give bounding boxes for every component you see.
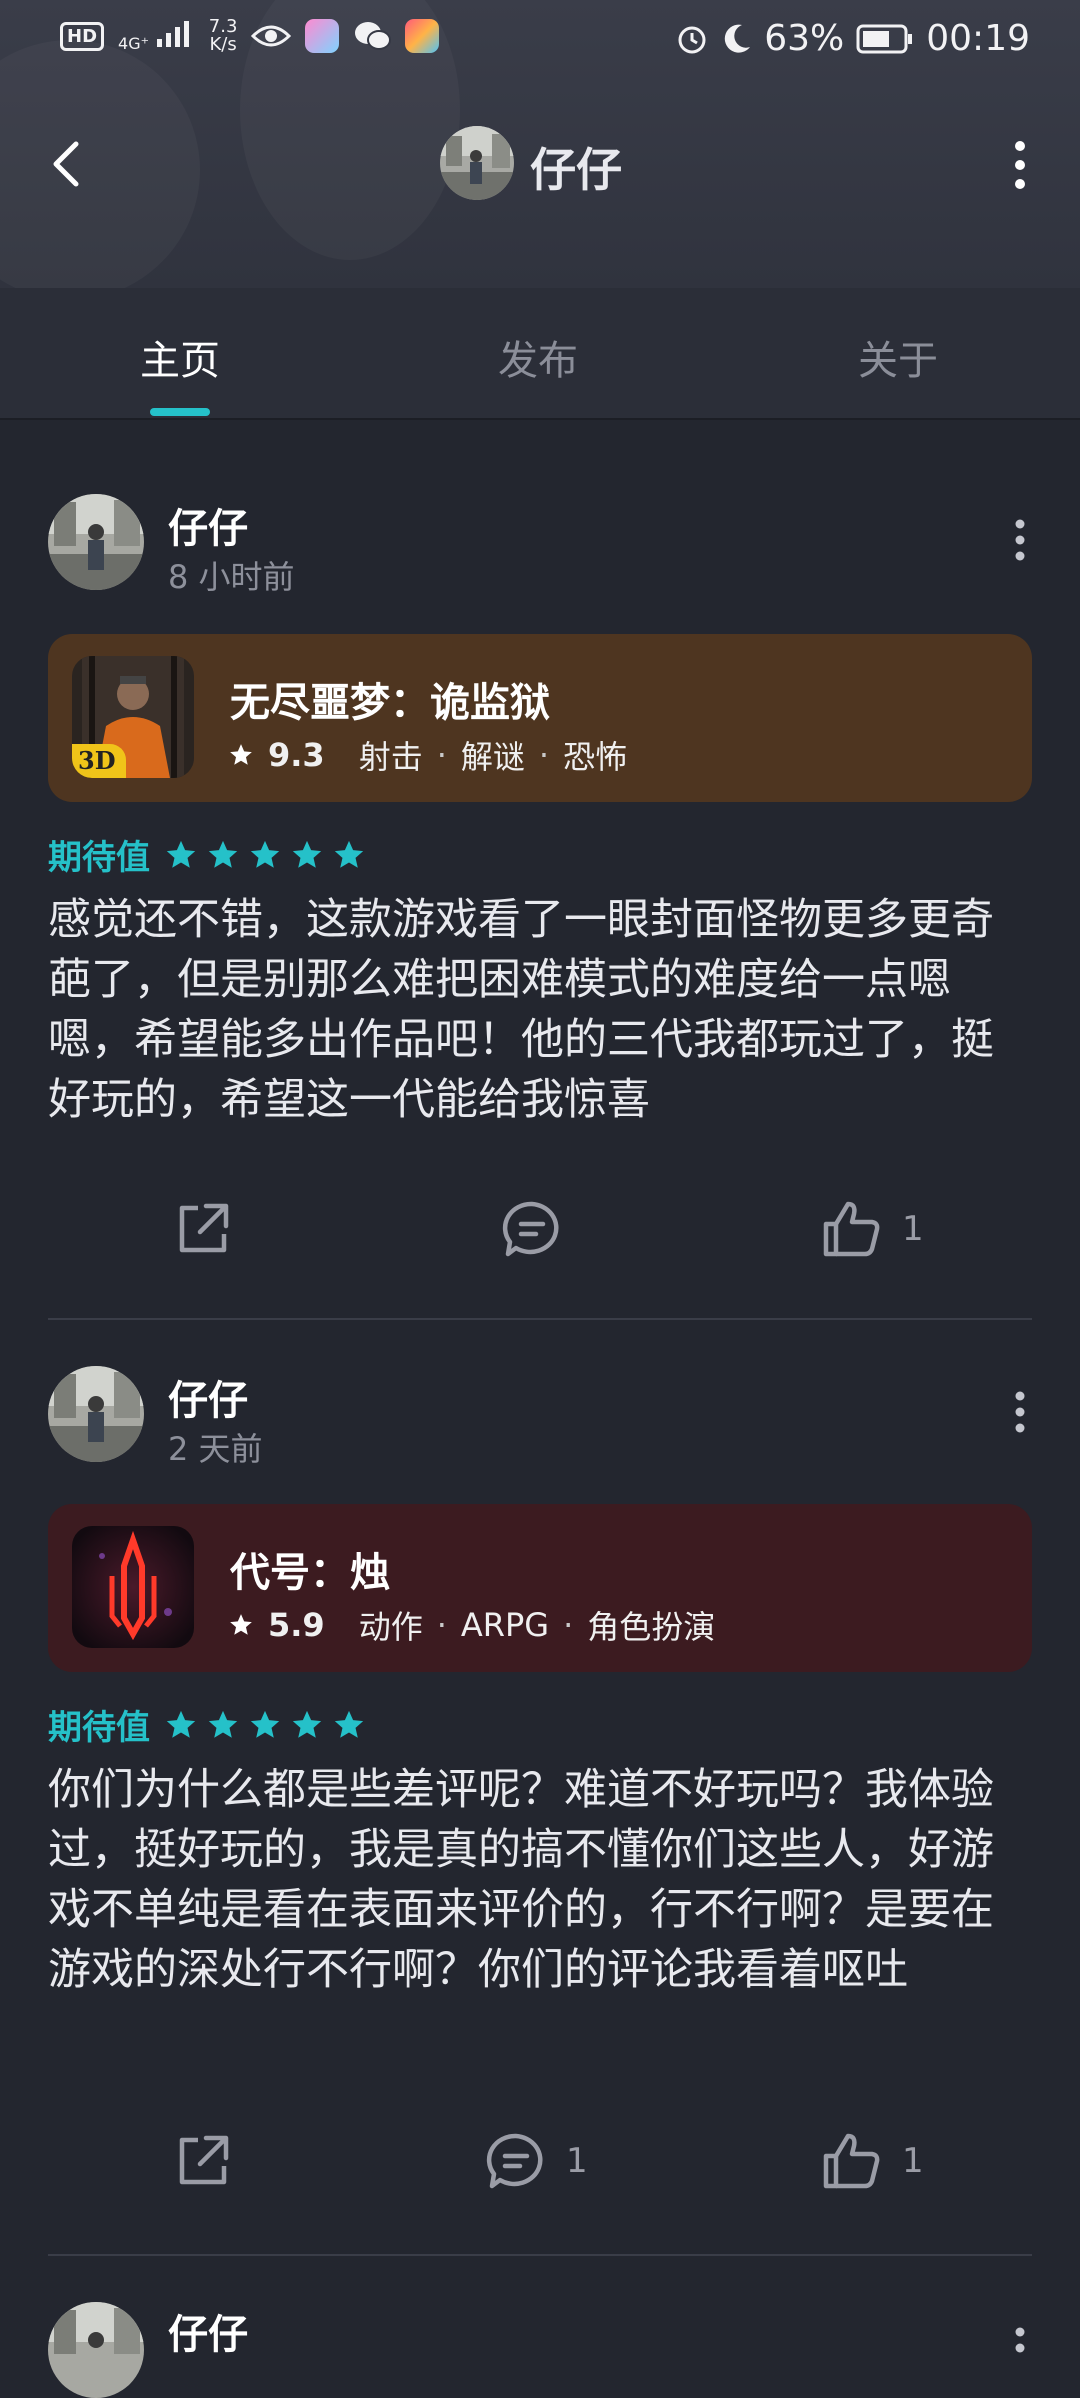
3d-badge: 3D	[72, 744, 126, 778]
avatar[interactable]	[48, 1366, 144, 1462]
signal-text: 4G⁺	[118, 34, 150, 53]
3d-badge-text: 3D	[78, 746, 116, 775]
avatar[interactable]	[440, 126, 514, 200]
star-icon	[334, 1710, 364, 1738]
game-tag: 恐怖	[563, 738, 628, 776]
tag-separator: ·	[436, 1606, 447, 1644]
tab-home[interactable]: 主页	[140, 328, 220, 386]
tab-indicator	[150, 408, 210, 416]
star-icon	[208, 1710, 238, 1738]
post-author[interactable]: 仔仔	[168, 1368, 248, 1426]
battery-icon	[856, 24, 913, 53]
star-icon	[230, 744, 252, 765]
star-icon	[292, 1710, 322, 1738]
expectation-rating: 期待值	[48, 1700, 366, 1749]
tab-bar: 主页 发布 关于	[0, 288, 1080, 420]
thumbs-up-icon	[823, 1201, 880, 1257]
game-tag: 射击	[358, 738, 423, 776]
post-body[interactable]: 你们为什么都是些差评呢？难道不好玩吗？我体验过，挺好玩的，我是真的搞不懂你们这些…	[48, 1760, 1032, 2000]
signal-indicator: 4G⁺	[118, 19, 195, 53]
star-icon	[250, 1710, 280, 1738]
more-vertical-icon[interactable]	[990, 130, 1050, 200]
post-body[interactable]: 感觉还不错，这款游戏看了一眼封面怪物更多更奇葩了，但是别那么难把困难模式的难度给…	[48, 890, 1032, 1130]
app-notification-icon	[405, 19, 440, 53]
tag-separator: ·	[538, 736, 550, 774]
comment-button[interactable]: 1	[484, 2130, 588, 2192]
back-arrow-icon[interactable]	[40, 134, 100, 194]
tab-about[interactable]: 关于	[858, 328, 938, 386]
comment-count: 1	[566, 2141, 588, 2181]
avatar[interactable]	[48, 2302, 144, 2398]
tab-publish[interactable]: 发布	[498, 328, 578, 386]
star-icon	[166, 1710, 196, 1738]
game-tag: 角色扮演	[587, 1608, 716, 1646]
game-meta: 9.3 射击 · 解谜 · 恐怖	[228, 732, 627, 778]
page-title: 仔仔	[530, 143, 622, 197]
post-actions: 1 1	[0, 2130, 1080, 2210]
app-notification-icon	[305, 19, 340, 53]
share-icon	[179, 1203, 229, 1253]
battery-percent: 63%	[764, 18, 845, 59]
comment-button[interactable]	[500, 1198, 582, 1260]
profile-header: HD 4G⁺ 7.3 K/s 63% 00:19 仔仔	[0, 0, 1080, 288]
game-score: 9.3	[268, 736, 325, 774]
game-icon: 3D	[72, 656, 194, 778]
wechat-icon	[355, 22, 392, 50]
tag-separator: ·	[436, 736, 447, 774]
status-bar: HD 4G⁺ 7.3 K/s 63% 00:19	[0, 0, 1080, 80]
star-icon	[334, 840, 364, 868]
post-more-icon[interactable]	[990, 1382, 1050, 1442]
post-author[interactable]: 仔仔	[168, 2302, 248, 2360]
clock: 00:19	[926, 18, 1030, 59]
expectation-rating: 期待值	[48, 830, 366, 879]
game-title: 代号：烛	[230, 1550, 390, 1596]
expectation-label: 期待值	[48, 1708, 150, 1748]
star-icon	[292, 840, 322, 868]
comment-icon	[486, 2133, 543, 2189]
alarm-icon	[678, 26, 706, 53]
game-card[interactable]: 代号：烛 5.9 动作 · ARPG · 角色扮演	[48, 1504, 1032, 1672]
moon-icon	[725, 24, 751, 53]
signal-bars-icon	[156, 21, 189, 47]
speed-unit: K/s	[209, 34, 237, 55]
game-card[interactable]: 3D 无尽噩梦：诡监狱 9.3 射击 · 解谜 · 恐怖	[48, 634, 1032, 802]
share-button[interactable]	[172, 2130, 234, 2192]
game-tag: 解谜	[460, 738, 525, 776]
nav-bar: 仔仔	[0, 120, 1080, 210]
post-time: 2 天前	[168, 1430, 263, 1468]
expectation-label: 期待值	[48, 838, 150, 878]
game-meta: 5.9 动作 · ARPG · 角色扮演	[228, 1602, 715, 1648]
post-divider	[48, 1318, 1032, 1320]
star-icon	[230, 1614, 252, 1635]
tag-separator: ·	[563, 1606, 574, 1644]
star-rating	[164, 838, 366, 872]
post-author[interactable]: 仔仔	[168, 496, 248, 554]
share-button[interactable]	[172, 1198, 234, 1260]
star-icon	[208, 840, 238, 868]
post-actions: 1	[0, 1198, 1080, 1278]
comment-icon	[502, 1201, 559, 1257]
star-icon	[166, 840, 196, 868]
post-more-icon[interactable]	[990, 510, 1050, 570]
avatar[interactable]	[48, 494, 144, 590]
like-button[interactable]: 1	[820, 1198, 924, 1260]
star-icon	[250, 840, 280, 868]
post-time: 8 小时前	[168, 558, 295, 596]
eye-icon	[251, 25, 292, 47]
share-icon	[179, 2135, 229, 2185]
game-tag: 动作	[358, 1608, 423, 1646]
post-divider	[48, 2254, 1032, 2256]
game-title: 无尽噩梦：诡监狱	[230, 680, 550, 726]
game-score: 5.9	[268, 1606, 325, 1644]
hd-badge: HD	[60, 21, 105, 51]
like-count: 1	[902, 2141, 924, 2181]
game-icon	[72, 1526, 194, 1648]
post-more-icon[interactable]	[990, 2318, 1050, 2378]
like-count: 1	[902, 1209, 924, 1249]
game-tag: ARPG	[460, 1606, 550, 1644]
star-rating	[164, 1708, 366, 1742]
thumbs-up-icon	[823, 2133, 880, 2189]
like-button[interactable]: 1	[820, 2130, 924, 2192]
network-speed: 7.3 K/s	[209, 18, 238, 54]
